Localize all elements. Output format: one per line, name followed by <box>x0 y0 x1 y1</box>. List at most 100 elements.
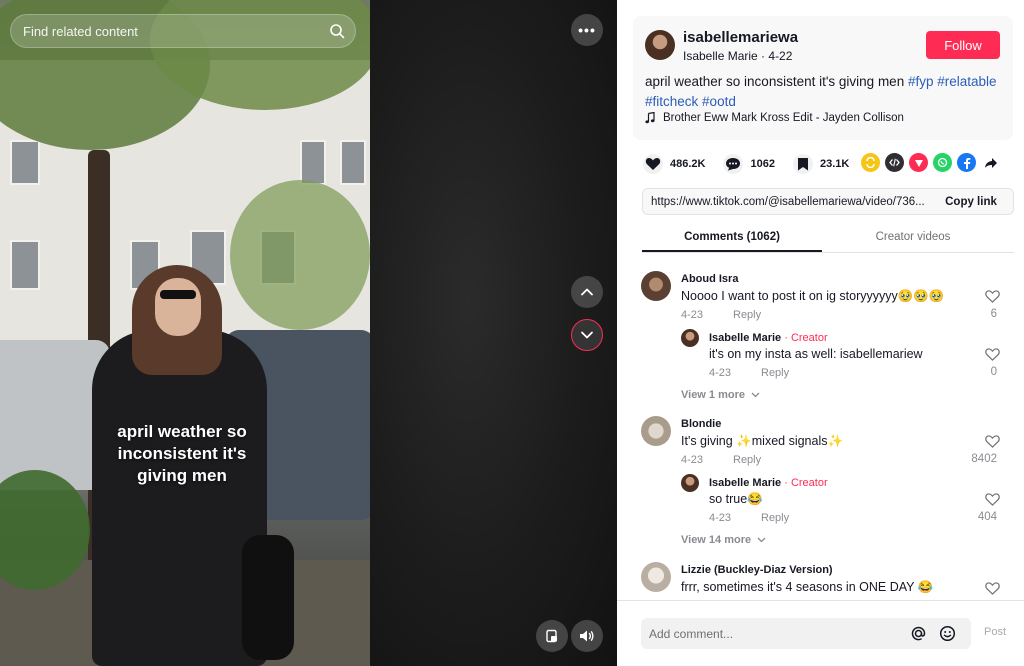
comment-bar: Post <box>617 600 1024 666</box>
save-stat[interactable]: 23.1K <box>792 154 850 174</box>
previous-video-button[interactable] <box>571 276 603 308</box>
like-comment-icon[interactable] <box>985 493 1000 506</box>
whatsapp-icon[interactable] <box>933 153 952 172</box>
post-button[interactable]: Post <box>984 626 1006 638</box>
username[interactable]: isabellemariewa <box>683 29 798 46</box>
creator-separator: · <box>784 477 791 489</box>
video-player[interactable]: april weather so inconsistent it's givin… <box>0 0 617 666</box>
commenter-avatar[interactable] <box>641 271 671 301</box>
reply-button[interactable]: Reply <box>761 512 789 524</box>
emoji-icon[interactable] <box>939 625 956 642</box>
comment-input[interactable] <box>649 618 899 649</box>
tab-comments[interactable]: Comments (1062) <box>642 231 822 243</box>
comment-text: frrr, sometimes it's 4 seasons in ONE DA… <box>681 580 934 594</box>
music-note-icon <box>645 112 655 124</box>
commenter-avatar[interactable] <box>641 416 671 446</box>
share-icons <box>861 153 1000 172</box>
reply-button[interactable]: Reply <box>761 367 789 379</box>
display-name: Isabelle Marie <box>683 49 758 63</box>
video-frame[interactable]: april weather so inconsistent it's givin… <box>0 0 370 666</box>
repost-icon[interactable] <box>861 153 880 172</box>
commenter-name[interactable]: Blondie <box>681 418 721 430</box>
hashtag-relatable[interactable]: #relatable <box>937 74 996 89</box>
reply-like-count: 404 <box>977 511 997 523</box>
like-comment-icon[interactable] <box>985 290 1000 303</box>
video-link-box: https://www.tiktok.com/@isabellemariewa/… <box>642 188 1014 215</box>
reply-author-name[interactable]: Isabelle Marie <box>709 477 781 489</box>
reply-avatar[interactable] <box>681 329 699 347</box>
reply-author-name[interactable]: Isabelle Marie <box>709 332 781 344</box>
music-link[interactable]: Brother Eww Mark Kross Edit - Jayden Col… <box>645 112 904 124</box>
creator-badge: Creator <box>790 477 828 489</box>
reply-button[interactable]: Reply <box>733 309 761 321</box>
reply-date: 4-23 <box>709 367 732 379</box>
like-comment-icon[interactable] <box>985 582 1000 595</box>
video-caption-overlay: april weather so inconsistent it's givin… <box>117 422 247 485</box>
chevron-down-icon <box>757 537 766 543</box>
author-card: isabellemariewa Isabelle Marie · 4-22 Fo… <box>633 16 1013 140</box>
search-icon[interactable] <box>329 23 345 39</box>
commenter-name[interactable]: Aboud Isra <box>681 273 738 285</box>
video-link-url[interactable]: https://www.tiktok.com/@isabellemariewa/… <box>651 196 926 208</box>
tabs: Comments (1062) Creator videos <box>642 226 1014 253</box>
like-comment-icon[interactable] <box>985 348 1000 361</box>
view-more-replies[interactable]: View 1 more <box>681 389 760 401</box>
comment-count: 1062 <box>750 158 775 170</box>
person-coat <box>92 330 267 666</box>
reply-like-count: 0 <box>990 366 997 378</box>
like-comment-icon[interactable] <box>985 435 1000 448</box>
comment-list[interactable]: Aboud Isra Noooo I want to post it on ig… <box>617 258 1024 600</box>
creator-badge: Creator <box>790 332 828 344</box>
sunglasses <box>160 290 196 299</box>
like-count: 486.2K <box>670 158 706 170</box>
hashtag-ootd[interactable]: #ootd <box>702 94 736 109</box>
post-date: 4-22 <box>768 49 793 63</box>
window <box>10 140 40 185</box>
send-icon[interactable] <box>909 153 928 172</box>
comment-text: It's giving ✨mixed signals✨ <box>681 434 844 448</box>
copy-link-button[interactable]: Copy link <box>929 189 1013 214</box>
reply-author[interactable]: Isabelle Marie · Creator <box>709 332 828 344</box>
comment-date: 4-23 <box>681 309 704 321</box>
tree-foliage <box>230 180 370 330</box>
volume-icon <box>580 630 594 642</box>
reply-author[interactable]: Isabelle Marie · Creator <box>709 477 828 489</box>
facebook-icon[interactable] <box>957 153 976 172</box>
hashtag-fyp[interactable]: #fyp <box>908 74 934 89</box>
view-more-label: View 1 more <box>681 389 745 401</box>
more-options-button[interactable]: ••• <box>571 14 603 46</box>
bookmark-icon[interactable] <box>792 154 813 174</box>
embed-icon[interactable] <box>885 153 904 172</box>
comment-like-count: 8402 <box>971 453 997 465</box>
like-stat[interactable]: 486.2K <box>643 154 705 174</box>
chevron-down-icon <box>581 331 593 339</box>
comment-like-count: 6 <box>990 308 997 320</box>
search-box[interactable] <box>10 14 356 48</box>
commenter-name[interactable]: Lizzie (Buckley-Diaz Version) <box>681 564 833 576</box>
video-description: april weather so inconsistent it's givin… <box>645 72 1001 112</box>
volume-button[interactable] <box>571 620 603 652</box>
view-more-replies[interactable]: View 14 more <box>681 534 766 546</box>
search-input[interactable] <box>23 15 323 47</box>
chevron-up-icon <box>581 288 593 296</box>
window <box>300 140 326 185</box>
share-arrow-icon[interactable] <box>981 153 1000 172</box>
mention-icon[interactable] <box>910 625 927 642</box>
picture-in-picture-button[interactable] <box>536 620 568 652</box>
comment-icon[interactable] <box>723 154 744 174</box>
tab-creator-videos[interactable]: Creator videos <box>823 231 1003 243</box>
chevron-down-icon <box>751 392 760 398</box>
person-face <box>155 278 201 336</box>
comment-stat[interactable]: 1062 <box>723 154 775 174</box>
next-video-button[interactable] <box>571 319 603 351</box>
reply-avatar[interactable] <box>681 474 699 492</box>
heart-icon[interactable] <box>643 154 663 174</box>
hashtag-fitcheck[interactable]: #fitcheck <box>645 94 698 109</box>
commenter-avatar[interactable] <box>641 562 671 592</box>
save-count: 23.1K <box>819 158 850 170</box>
avatar[interactable] <box>645 30 675 60</box>
comment-input-box[interactable] <box>641 618 971 649</box>
comment-text: Noooo I want to post it on ig storyyyyyy… <box>681 289 945 303</box>
follow-button[interactable]: Follow <box>926 31 1000 59</box>
reply-button[interactable]: Reply <box>733 454 761 466</box>
